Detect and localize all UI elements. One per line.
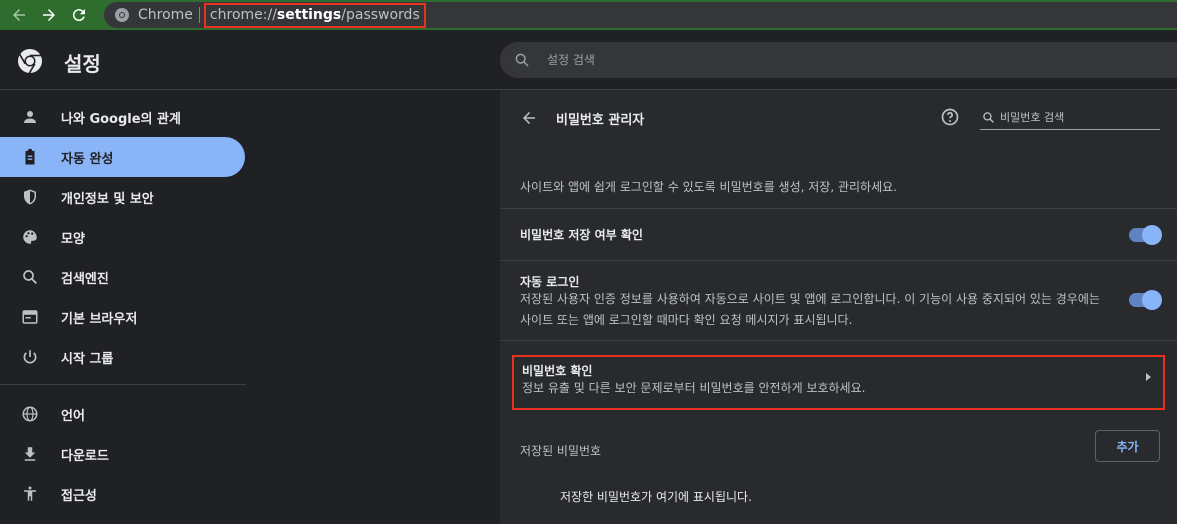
sidebar-item-label: 시작 그룹 — [61, 351, 114, 367]
browser-toolbar: Chrome chrome://settings/passwords — [0, 0, 1177, 30]
sidebar-item-label: 다운로드 — [61, 448, 109, 464]
arrow-left-icon — [523, 112, 535, 124]
password-search-input[interactable] — [1000, 111, 1150, 124]
back-button[interactable] — [8, 4, 30, 26]
help-icon — [941, 108, 959, 126]
password-manager-panel: 비밀번호 관리자 사이트와 앱에 쉽게 로그인할 수 있도록 비밀번호를 생성,… — [500, 90, 1177, 524]
password-check-title: 비밀번호 확인 — [522, 364, 593, 378]
sidebar-item-default-browser[interactable]: 기본 브라우저 — [0, 297, 245, 337]
sidebar-item-label: 기본 브라우저 — [61, 311, 138, 327]
omnibox-separator — [198, 7, 200, 23]
sidebar-item-label: 접근성 — [61, 488, 97, 504]
arrow-left-icon — [13, 9, 25, 21]
palette-icon — [20, 227, 40, 247]
sidebar-item-label: 자동 완성 — [61, 151, 114, 167]
empty-state-message: 저장한 비밀번호가 여기에 표시됩니다. — [560, 490, 752, 504]
sidebar-item-autofill[interactable]: 자동 완성 — [0, 137, 245, 177]
settings-header: 설정 — [0, 30, 1177, 90]
row-divider — [500, 340, 1177, 341]
chrome-logo-icon — [18, 49, 42, 74]
offer-save-toggle[interactable] — [1129, 225, 1162, 245]
sidebar-item-privacy[interactable]: 개인정보 및 보안 — [0, 177, 245, 217]
sidebar-item-downloads[interactable]: 다운로드 — [0, 434, 245, 474]
globe-icon — [20, 404, 40, 424]
sidebar-item-label: 나와 Google의 관계 — [61, 111, 181, 127]
password-search[interactable] — [980, 106, 1160, 130]
sidebar-item-search-engine[interactable]: 검색엔진 — [0, 257, 245, 297]
shield-icon — [20, 187, 40, 207]
url-host: settings — [276, 7, 342, 23]
toggle-knob — [1142, 225, 1162, 245]
sidebar-item-on-startup[interactable]: 시작 그룹 — [0, 337, 245, 377]
chrome-icon — [115, 8, 129, 22]
download-icon — [20, 444, 40, 464]
person-icon — [20, 107, 40, 127]
help-button[interactable] — [940, 107, 962, 129]
browser-icon — [20, 307, 40, 327]
sidebar-item-label: 언어 — [61, 408, 85, 424]
sidebar-item-languages[interactable]: 언어 — [0, 394, 245, 434]
url-path: /passwords — [341, 7, 420, 23]
row-divider — [500, 260, 1177, 261]
toggle-knob — [1142, 290, 1162, 310]
reload-button[interactable] — [68, 4, 90, 26]
saved-passwords-heading: 저장된 비밀번호 — [520, 444, 602, 458]
power-icon — [20, 347, 40, 367]
sidebar-item-label: 개인정보 및 보안 — [61, 191, 154, 207]
password-check-row[interactable]: 비밀번호 확인 정보 유출 및 다른 보안 문제로부터 비밀번호를 안전하게 보… — [512, 355, 1165, 410]
search-icon — [20, 267, 40, 287]
search-icon — [515, 53, 529, 67]
accessibility-icon — [20, 484, 40, 504]
sidebar-item-label: 모양 — [61, 231, 85, 247]
auto-signin-label: 자동 로그인 — [520, 275, 580, 289]
sidebar-item-accessibility[interactable]: 접근성 — [0, 474, 245, 514]
auto-signin-description: 저장된 사용자 인증 정보를 사용하여 자동으로 사이트 및 앱에 로그인합니다… — [520, 289, 1120, 331]
page-title: 설정 — [64, 52, 101, 76]
reload-icon — [72, 9, 85, 22]
sidebar-item-appearance[interactable]: 모양 — [0, 217, 245, 257]
address-bar[interactable]: Chrome chrome://settings/passwords — [104, 2, 1177, 28]
add-password-button[interactable]: 추가 — [1095, 430, 1160, 462]
settings-search-input[interactable] — [547, 53, 947, 67]
url-prefix: chrome:// — [209, 7, 277, 23]
auto-signin-line-1: 저장된 사용자 인증 정보를 사용하여 자동으로 사이트 및 앱에 로그인합니다… — [520, 292, 1100, 306]
password-check-subtitle: 정보 유출 및 다른 보안 문제로부터 비밀번호를 안전하게 보호하세요. — [522, 381, 866, 395]
url-text[interactable]: chrome://settings/passwords — [203, 2, 426, 28]
sidebar-item-label: 검색엔진 — [61, 271, 109, 287]
site-chip: Chrome — [138, 7, 193, 23]
auto-signin-toggle[interactable] — [1129, 290, 1162, 310]
section-title: 비밀번호 관리자 — [556, 113, 645, 128]
arrow-right-icon — [1146, 373, 1151, 381]
clipboard-icon — [20, 147, 40, 167]
search-icon — [983, 112, 994, 123]
forward-button[interactable] — [38, 4, 60, 26]
sidebar-item-you-and-google[interactable]: 나와 Google의 관계 — [0, 97, 245, 137]
arrow-right-icon — [43, 9, 55, 21]
sidebar: 나와 Google의 관계 자동 완성 개인정보 및 보안 모양 검색엔진 기본… — [0, 90, 500, 524]
sidebar-divider — [0, 384, 246, 385]
row-divider — [500, 208, 1177, 209]
manager-description: 사이트와 앱에 쉽게 로그인할 수 있도록 비밀번호를 생성, 저장, 관리하세… — [520, 180, 897, 194]
settings-search[interactable] — [500, 42, 1177, 78]
back-arrow-button[interactable] — [518, 107, 540, 129]
offer-save-label: 비밀번호 저장 여부 확인 — [520, 228, 643, 242]
auto-signin-line-2: 사이트 또는 앱에 로그인할 때마다 확인 요청 메시지가 표시됩니다. — [520, 313, 853, 327]
